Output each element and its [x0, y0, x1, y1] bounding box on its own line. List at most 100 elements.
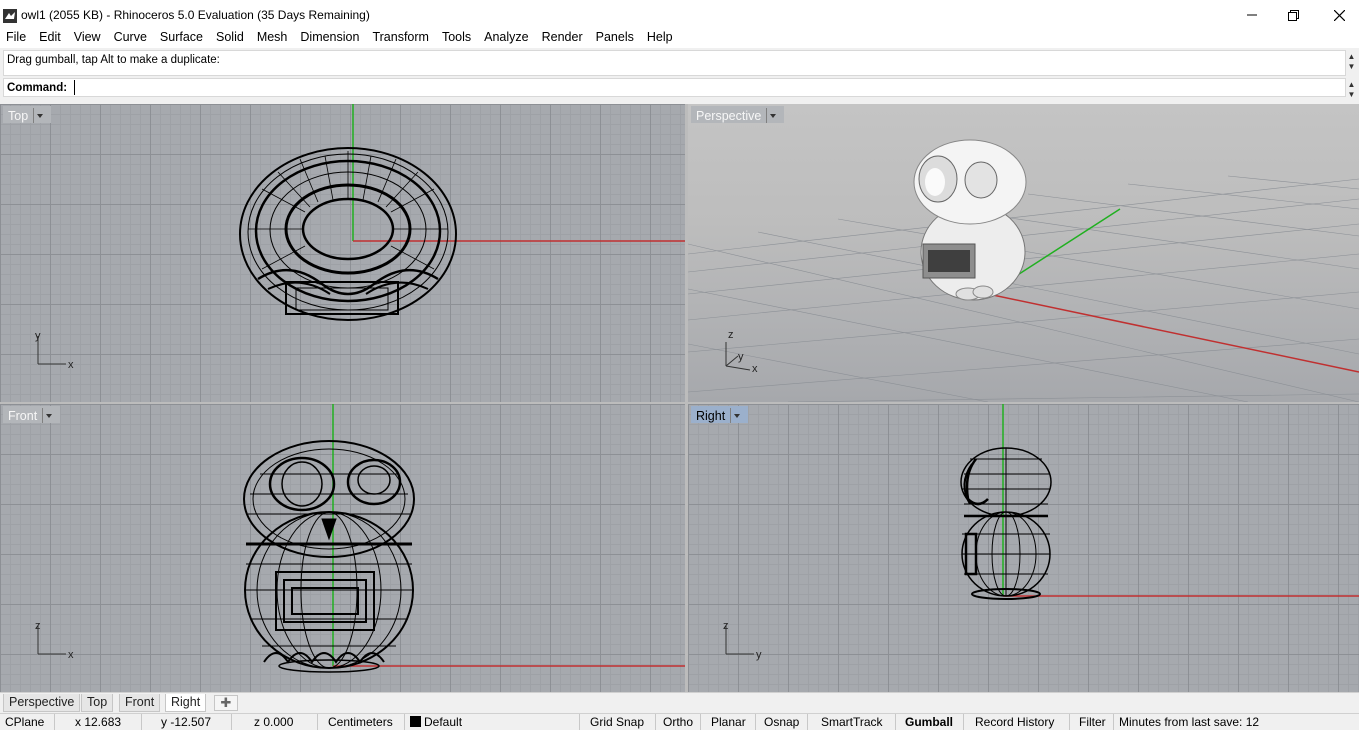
tab-front[interactable]: Front: [119, 694, 161, 712]
top-axis-x-label: x: [68, 359, 74, 371]
toggle-grid-snap[interactable]: Grid Snap: [580, 714, 656, 730]
menu-transform[interactable]: Transform: [366, 28, 436, 48]
viewport-front-label[interactable]: Front: [3, 406, 61, 423]
viewport-area: y x Top z y x Perspective z x Front z y …: [0, 104, 1359, 692]
owl-front-wireframe: [243, 440, 415, 673]
chevron-down-icon[interactable]: [730, 408, 742, 423]
owl-right-wireframe: [960, 447, 1052, 600]
viewport-front[interactable]: z x Front: [0, 404, 685, 692]
owl-rendered-model: [913, 139, 1027, 301]
command-history-text: Drag gumball, tap Alt to make a duplicat…: [7, 54, 220, 66]
perspective-grid: [688, 175, 1359, 402]
right-axis-y-label: y: [756, 649, 762, 661]
toggle-gumball[interactable]: Gumball: [896, 714, 964, 730]
right-axis-z-label: z: [723, 620, 729, 632]
viewport-perspective-title: Perspective: [696, 108, 762, 123]
tab-right[interactable]: Right: [165, 694, 207, 712]
toggle-record-history[interactable]: Record History: [964, 714, 1070, 730]
viewport-right[interactable]: z y Right: [688, 404, 1359, 692]
menu-render[interactable]: Render: [536, 28, 590, 48]
front-axis-gizmo: [37, 626, 66, 655]
perspective-view-drawing: z y x: [688, 139, 1359, 402]
command-history[interactable]: Drag gumball, tap Alt to make a duplicat…: [3, 50, 1346, 76]
tab-perspective[interactable]: Perspective: [3, 694, 81, 712]
viewport-front-title: Front: [8, 408, 38, 423]
menu-analyze[interactable]: Analyze: [478, 28, 535, 48]
toggle-ortho[interactable]: Ortho: [656, 714, 701, 730]
menu-mesh[interactable]: Mesh: [251, 28, 295, 48]
spin-up-icon[interactable]: ▲: [1346, 80, 1357, 90]
menu-dimension[interactable]: Dimension: [294, 28, 366, 48]
status-z-coord: z 0.000: [232, 714, 318, 730]
viewport-perspective-label[interactable]: Perspective: [691, 106, 785, 123]
menu-surface[interactable]: Surface: [154, 28, 210, 48]
status-save-info: Minutes from last save: 12: [1119, 715, 1260, 729]
scroll-down-icon[interactable]: ▼: [1346, 62, 1357, 72]
menu-file[interactable]: File: [0, 28, 33, 48]
title-bar: owl1 (2055 KB) - Rhinoceros 5.0 Evaluati…: [0, 0, 1359, 30]
close-icon: [1333, 9, 1345, 21]
front-axis-x-label: x: [68, 649, 74, 661]
front-view-drawing: z x: [35, 404, 685, 673]
restore-icon: [1287, 9, 1299, 21]
toggle-osnap[interactable]: Osnap: [756, 714, 808, 730]
right-view-drawing: z y: [723, 404, 1359, 661]
history-scroll[interactable]: ▲ ▼: [1346, 52, 1357, 72]
chevron-down-icon[interactable]: [42, 408, 54, 423]
restore-button[interactable]: [1270, 0, 1316, 30]
viewport-right-title: Right: [696, 408, 726, 423]
viewport-perspective[interactable]: z y x Perspective: [688, 104, 1359, 402]
toggle-filter[interactable]: Filter: [1070, 714, 1114, 730]
status-units[interactable]: Centimeters: [318, 714, 405, 730]
menu-tools[interactable]: Tools: [436, 28, 478, 48]
minimize-icon: [1247, 14, 1257, 16]
rhino-app-icon: [3, 9, 17, 23]
add-tab-button[interactable]: ✚: [214, 695, 238, 711]
plus-icon: ✚: [220, 695, 232, 710]
persp-axis-y-label: y: [738, 351, 744, 363]
command-area: Drag gumball, tap Alt to make a duplicat…: [0, 49, 1359, 99]
status-layer-name: Default: [424, 715, 463, 729]
layer-color-swatch: [410, 716, 421, 727]
command-spinner[interactable]: ▲ ▼: [1346, 80, 1357, 100]
toggle-planar[interactable]: Planar: [701, 714, 756, 730]
persp-axis-z-label: z: [728, 329, 734, 341]
status-layer[interactable]: Default: [405, 714, 580, 730]
x-axis-line: [987, 293, 1359, 373]
viewport-top-label[interactable]: Top: [3, 106, 52, 123]
top-view-drawing: y x: [35, 104, 685, 371]
front-axis-z-label: z: [35, 620, 41, 632]
close-button[interactable]: [1316, 0, 1359, 30]
menu-curve[interactable]: Curve: [108, 28, 154, 48]
status-bar: CPlane x 12.683 y -12.507 z 0.000 Centim…: [0, 713, 1359, 730]
menu-panels[interactable]: Panels: [590, 28, 641, 48]
menu-bar: File Edit View Curve Surface Solid Mesh …: [0, 28, 1359, 48]
persp-axis-x-label: x: [752, 363, 758, 375]
menu-help[interactable]: Help: [641, 28, 680, 48]
status-cplane[interactable]: CPlane: [0, 714, 55, 730]
top-axis-gizmo: [37, 336, 66, 365]
viewport-top-title: Top: [8, 108, 29, 123]
tab-top[interactable]: Top: [81, 694, 114, 712]
menu-edit[interactable]: Edit: [33, 28, 68, 48]
spin-down-icon[interactable]: ▼: [1346, 90, 1357, 100]
viewport-right-label[interactable]: Right: [691, 406, 749, 423]
status-x-coord: x 12.683: [55, 714, 142, 730]
command-line: Command:: [3, 78, 1346, 97]
top-axis-y-label: y: [35, 330, 41, 342]
menu-view[interactable]: View: [68, 28, 108, 48]
right-axis-gizmo: [725, 626, 754, 655]
command-input[interactable]: [74, 80, 1339, 95]
window-title: owl1 (2055 KB) - Rhinoceros 5.0 Evaluati…: [21, 8, 370, 22]
owl-top-wireframe: [239, 147, 457, 321]
chevron-down-icon[interactable]: [33, 108, 45, 123]
minimize-button[interactable]: [1229, 0, 1275, 30]
toggle-smarttrack[interactable]: SmartTrack: [808, 714, 896, 730]
viewport-tab-bar: Perspective Top Front Right ✚: [0, 692, 1359, 713]
viewport-top[interactable]: y x Top: [0, 104, 685, 402]
chevron-down-icon[interactable]: [766, 108, 778, 123]
menu-solid[interactable]: Solid: [210, 28, 251, 48]
command-label: Command:: [7, 82, 68, 94]
status-y-coord: y -12.507: [142, 714, 232, 730]
scroll-up-icon[interactable]: ▲: [1346, 52, 1357, 62]
